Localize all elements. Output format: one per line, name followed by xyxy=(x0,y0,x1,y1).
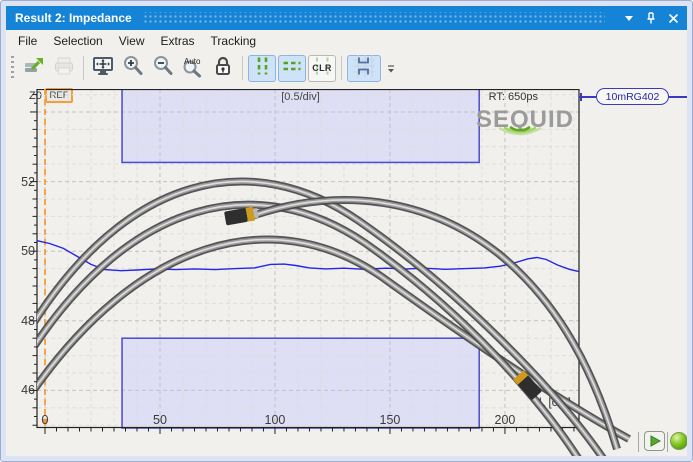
toolbar-overflow-button[interactable] xyxy=(384,58,398,78)
play-icon xyxy=(649,435,661,447)
status-led xyxy=(670,432,687,450)
x-tick-label: 150 xyxy=(380,413,401,427)
titlebar[interactable]: Result 2: Impedance xyxy=(6,6,687,30)
fit-to-screen-icon xyxy=(91,54,115,83)
lock-icon xyxy=(211,54,235,83)
toolbar-separator xyxy=(242,56,243,80)
print-button[interactable] xyxy=(50,55,78,82)
selection-region xyxy=(122,338,479,428)
status-separator xyxy=(667,432,668,452)
menu-tracking[interactable]: Tracking xyxy=(203,32,265,50)
zoom-in-icon xyxy=(121,54,145,83)
window-title: Result 2: Impedance xyxy=(15,11,132,25)
x-tick-label: 50 xyxy=(153,413,167,427)
window-close-icon[interactable] xyxy=(665,10,681,26)
status-separator xyxy=(638,432,639,452)
horizontal-markers-button[interactable] xyxy=(278,55,306,82)
zoom-out-button[interactable] xyxy=(149,55,177,82)
x-tick-label: 200 xyxy=(495,413,516,427)
export-data-icon xyxy=(22,54,46,83)
toolbar: Auto xyxy=(6,51,687,85)
window-pin-icon[interactable] xyxy=(643,10,659,26)
export-data-button[interactable] xyxy=(20,55,48,82)
menubar: File Selection View Extras Tracking xyxy=(6,30,687,51)
window-menu-arrow-icon[interactable] xyxy=(621,10,637,26)
rise-time-label: RT: 650ps xyxy=(406,91,538,103)
zoom-in-button[interactable] xyxy=(119,55,147,82)
result-view: 46485052 Z0 REF 050100150200L [cm] [0.5/… xyxy=(6,85,687,456)
menu-extras[interactable]: Extras xyxy=(153,32,203,50)
lock-zoom-button[interactable] xyxy=(209,55,237,82)
x-tick-label: 0 xyxy=(42,413,49,427)
step-response-icon xyxy=(351,53,377,84)
menu-file[interactable]: File xyxy=(10,32,45,50)
impedance-trace xyxy=(37,241,579,272)
clear-markers-button[interactable]: CLR xyxy=(308,55,336,82)
result-window: Result 2: Impedance File Selection View … xyxy=(6,6,687,456)
clear-markers-label: CLR xyxy=(309,63,335,73)
step-response-button[interactable] xyxy=(347,55,381,82)
zoom-out-icon xyxy=(151,54,175,83)
x-axis-unit: L [cm] xyxy=(539,395,571,409)
x-tick-label: 100 xyxy=(265,413,286,427)
zoom-auto-button[interactable]: Auto xyxy=(179,55,207,82)
dut-wire-right xyxy=(669,96,687,98)
toolbar-separator xyxy=(83,56,84,80)
toolbar-grip[interactable] xyxy=(11,56,14,80)
horizontal-markers-icon xyxy=(280,54,304,83)
vertical-markers-button[interactable] xyxy=(248,55,276,82)
impedance-plot[interactable]: 0 50 100 150 200 L [cm] xyxy=(17,89,583,441)
sequid-logo-arcs xyxy=(498,123,544,139)
fit-to-screen-button[interactable] xyxy=(89,55,117,82)
dut-tag[interactable]: 10mRG402 xyxy=(596,88,669,105)
zoom-auto-label: Auto xyxy=(184,57,200,66)
printer-icon xyxy=(52,54,76,83)
menu-view[interactable]: View xyxy=(111,32,153,50)
run-measurement-button[interactable] xyxy=(644,431,665,451)
toolbar-separator xyxy=(341,56,342,80)
window-frame: Result 2: Impedance File Selection View … xyxy=(0,0,693,462)
titlebar-texture xyxy=(142,12,605,24)
dut-wire-tick xyxy=(580,93,582,101)
vertical-markers-icon xyxy=(250,54,274,83)
menu-selection[interactable]: Selection xyxy=(45,32,110,50)
